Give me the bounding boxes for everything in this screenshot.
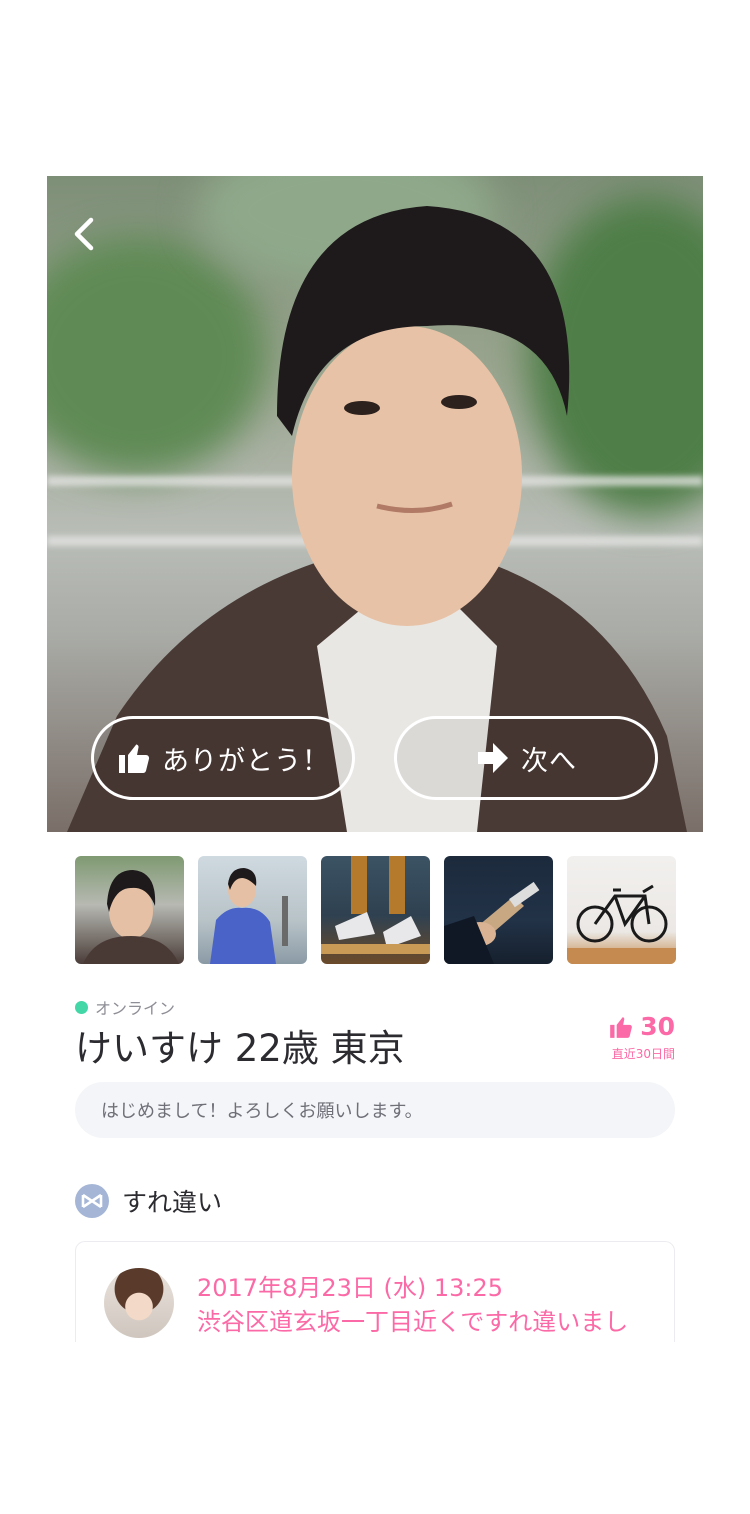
back-button[interactable] xyxy=(65,214,105,254)
encounter-icon xyxy=(75,1184,109,1218)
profile-name: けいすけ 22歳 東京 xyxy=(75,1027,405,1070)
online-status-label: オンライン xyxy=(95,999,176,1018)
likes-count: 30 xyxy=(640,1012,675,1041)
chevron-left-icon xyxy=(74,217,94,251)
thumbnail-1-image xyxy=(83,870,179,964)
likes-period: 直近30日間 xyxy=(611,1047,675,1061)
thumbs-up-icon xyxy=(119,744,150,773)
thumbnail-4[interactable] xyxy=(444,856,553,964)
profile-bio-text: はじめまして！よろしくお願いします。 xyxy=(101,1101,423,1122)
thumbnail-3-image xyxy=(321,856,430,954)
photo-thumbnails xyxy=(75,856,676,964)
thumbs-up-icon xyxy=(610,1016,633,1038)
profile-main-photo: ありがとう！ 次へ xyxy=(47,176,703,832)
online-status-dot xyxy=(75,1000,88,1014)
online-status: オンライン xyxy=(75,995,175,1019)
encounter-section-label: すれ違い xyxy=(122,1188,223,1217)
encounter-message: 渋谷区道玄坂一丁目近くですれ違いまし xyxy=(197,1308,629,1336)
likes-counter: 30 直近30日間 xyxy=(608,1012,675,1062)
encounter-date: 2017年8月23日 (水) 13:25 xyxy=(197,1274,504,1302)
encounter-section-title: すれ違い xyxy=(75,1183,222,1219)
thumbnail-5[interactable] xyxy=(567,856,676,964)
thanks-button[interactable]: ありがとう！ xyxy=(91,716,355,800)
thanks-button-label: ありがとう！ xyxy=(162,745,330,777)
thumbnail-5-image xyxy=(567,884,676,964)
thumbnail-1[interactable] xyxy=(75,856,184,964)
thumbnail-2-image xyxy=(210,868,288,964)
thumbnail-3[interactable] xyxy=(321,856,430,964)
next-button[interactable]: 次へ xyxy=(394,716,658,800)
profile-bio: はじめまして！よろしくお願いします。 xyxy=(75,1082,675,1138)
next-button-label: 次へ xyxy=(521,745,577,777)
thumbnail-4-image xyxy=(444,881,540,964)
avatar[interactable] xyxy=(104,1268,174,1338)
encounter-card[interactable]: 2017年8月23日 (水) 13:25 渋谷区道玄坂一丁目近くですれ違いまし xyxy=(75,1241,675,1342)
thumbnail-2[interactable] xyxy=(198,856,307,964)
arrow-right-icon xyxy=(478,743,508,773)
